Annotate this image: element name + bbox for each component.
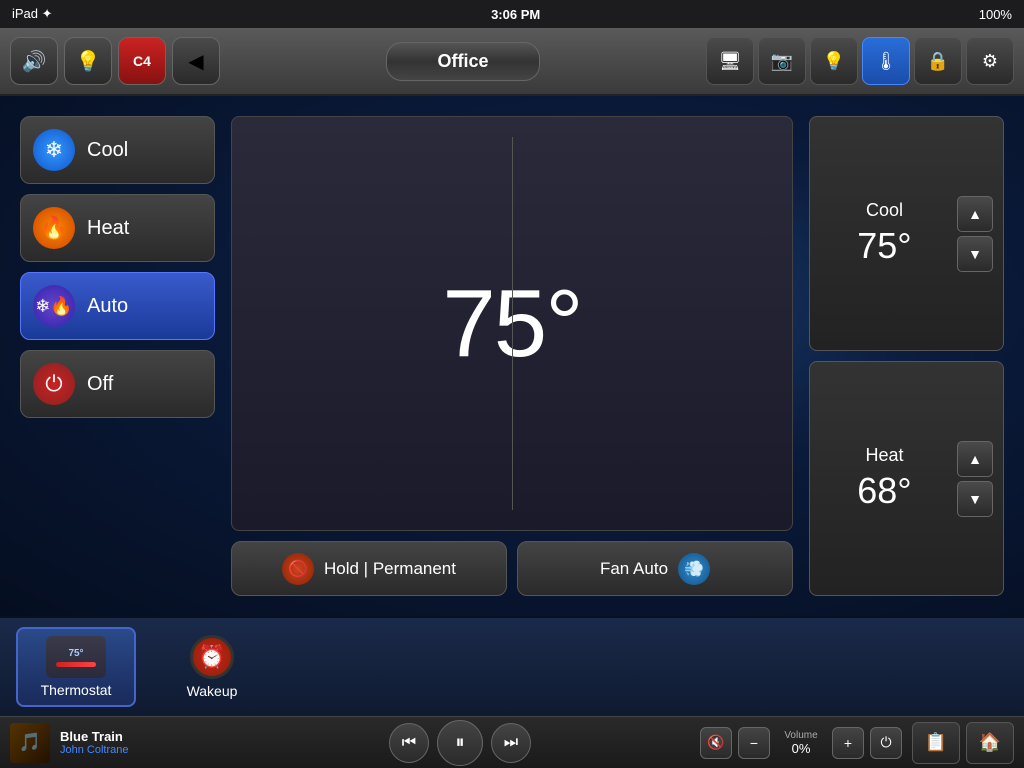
cool-setpoint-info: Cool 75° [820, 200, 949, 267]
mode-buttons: ❄ Cool 🔥 Heat ❄🔥 Auto ⏻ Off [20, 116, 215, 596]
thermostat-controls: ❄ Cool 🔥 Heat ❄🔥 Auto ⏻ Off 75° [20, 116, 1004, 596]
nav-light-button[interactable]: 💡 [810, 37, 858, 85]
heat-down-button[interactable]: ▼ [957, 481, 993, 517]
track-title: Blue Train [60, 729, 220, 744]
thermostat-thumb: 75° [46, 636, 106, 678]
cool-setpoint-panel: Cool 75° ▲ ▼ [809, 116, 1004, 351]
off-icon: ⏻ [33, 363, 75, 405]
cool-label: Cool [87, 139, 128, 162]
top-nav-icons: 🖥 📷 💡 🌡 🔒 ⚙ [706, 37, 1014, 85]
wakeup-thumb: ⏰ [190, 635, 234, 679]
speaker-button[interactable]: 🔊 [10, 37, 58, 85]
nav-camera-button[interactable]: 📷 [758, 37, 806, 85]
title-area: Office [226, 42, 700, 81]
temp-display: 75° [231, 116, 793, 531]
cool-down-button[interactable]: ▼ [957, 236, 993, 272]
status-bar: iPad ✦ 3:06 PM 100% [0, 0, 1024, 28]
home-button[interactable]: 🏠 [966, 722, 1014, 764]
status-left: iPad ✦ [12, 6, 53, 22]
hold-button[interactable]: 🚫 Hold | Permanent [231, 541, 507, 596]
nav-thermostat-button[interactable]: 🌡 [862, 37, 910, 85]
heat-mode-button[interactable]: 🔥 Heat [20, 194, 215, 262]
nav-settings-button[interactable]: ⚙ [966, 37, 1014, 85]
thermostat-panel-item[interactable]: 75° Thermostat [16, 627, 136, 707]
page-title: Office [386, 42, 539, 81]
thumb-temp: 75° [68, 648, 83, 659]
bottom-panel: 75° Thermostat ⏰ Wakeup [0, 616, 1024, 716]
top-bar: 🔊 💡 C4 ◀ Office 🖥 📷 💡 🌡 🔒 ⚙ [0, 28, 1024, 96]
thermostat-item-label: Thermostat [41, 682, 112, 698]
volume-down-button[interactable]: − [738, 727, 770, 759]
media-controls: ⏮ ⏸ ⏭ [230, 720, 690, 766]
wakeup-item-label: Wakeup [187, 683, 238, 699]
heat-setpoint-label: Heat [820, 445, 949, 466]
album-art: 🎵 [10, 723, 50, 763]
cool-icon: ❄ [33, 129, 75, 171]
main-content: ❄ Cool 🔥 Heat ❄🔥 Auto ⏻ Off 75° [0, 96, 1024, 616]
nav-display-button[interactable]: 🖥 [706, 37, 754, 85]
cool-mode-button[interactable]: ❄ Cool [20, 116, 215, 184]
auto-label: Auto [87, 295, 128, 318]
hold-icon: 🚫 [282, 553, 314, 585]
volume-info: Volume 0% [776, 730, 826, 756]
fan-icon: 💨 [678, 553, 710, 585]
power-button[interactable]: ⏻ [870, 727, 902, 759]
ipad-label: iPad ✦ [12, 6, 53, 22]
battery-label: 100% [979, 7, 1012, 22]
crestron-button[interactable]: C4 [118, 37, 166, 85]
playlist-button[interactable]: 📋 [912, 722, 960, 764]
next-button[interactable]: ⏭ [491, 723, 531, 763]
track-artist: John Coltrane [60, 744, 220, 756]
fan-button[interactable]: Fan Auto 💨 [517, 541, 793, 596]
light-button[interactable]: 💡 [64, 37, 112, 85]
auto-mode-button[interactable]: ❄🔥 Auto [20, 272, 215, 340]
off-mode-button[interactable]: ⏻ Off [20, 350, 215, 418]
heat-setpoint-arrows: ▲ ▼ [957, 441, 993, 517]
volume-section: 🔇 − Volume 0% + ⏻ [700, 727, 902, 759]
temp-center: 75° 🚫 Hold | Permanent Fan Auto 💨 [231, 116, 793, 596]
mute-button[interactable]: 🔇 [700, 727, 732, 759]
track-info: Blue Train John Coltrane [60, 729, 220, 756]
heat-up-button[interactable]: ▲ [957, 441, 993, 477]
volume-label: Volume [776, 730, 826, 741]
cool-up-button[interactable]: ▲ [957, 196, 993, 232]
heat-setpoint-panel: Heat 68° ▲ ▼ [809, 361, 1004, 596]
status-time: 3:06 PM [491, 7, 540, 22]
setpoints: Cool 75° ▲ ▼ Heat 68° ▲ ▼ [809, 116, 1004, 596]
temp-divider [512, 137, 513, 510]
volume-value: 0% [776, 741, 826, 756]
cool-setpoint-arrows: ▲ ▼ [957, 196, 993, 272]
back-button[interactable]: ◀ [172, 37, 220, 85]
status-right: 100% [979, 7, 1012, 22]
bottom-action-buttons: 🚫 Hold | Permanent Fan Auto 💨 [231, 541, 793, 596]
heat-icon: 🔥 [33, 207, 75, 249]
nav-lock-button[interactable]: 🔒 [914, 37, 962, 85]
footer-bar: 🎵 Blue Train John Coltrane ⏮ ⏸ ⏭ 🔇 − Vol… [0, 716, 1024, 768]
off-label: Off [87, 373, 113, 396]
heat-label: Heat [87, 217, 129, 240]
heat-setpoint-info: Heat 68° [820, 445, 949, 512]
prev-button[interactable]: ⏮ [389, 723, 429, 763]
thumb-bar [56, 662, 96, 667]
auto-icon: ❄🔥 [33, 285, 75, 327]
footer-right-buttons: 📋 🏠 [912, 722, 1014, 764]
fan-label: Fan Auto [600, 559, 668, 579]
cool-setpoint-temp: 75° [820, 225, 949, 267]
cool-setpoint-label: Cool [820, 200, 949, 221]
play-pause-button[interactable]: ⏸ [437, 720, 483, 766]
volume-up-button[interactable]: + [832, 727, 864, 759]
hold-label: Hold | Permanent [324, 559, 456, 579]
heat-setpoint-temp: 68° [820, 470, 949, 512]
wakeup-panel-item[interactable]: ⏰ Wakeup [152, 627, 272, 707]
